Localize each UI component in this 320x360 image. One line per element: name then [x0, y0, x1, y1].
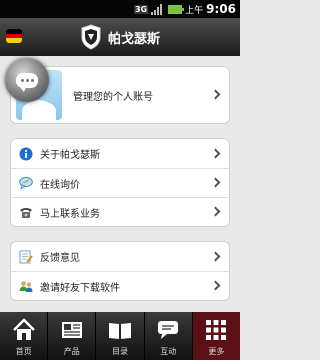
signal-icon	[151, 3, 165, 15]
people-icon	[19, 279, 33, 293]
status-ampm: 上午	[185, 5, 204, 16]
title-bar: 帕戈瑟斯	[0, 18, 240, 56]
chevron-right-icon	[210, 177, 221, 188]
tab-more-label: 更多	[208, 347, 225, 356]
manage-account-label: 管理您的个人账号	[73, 91, 153, 103]
bottom-tab-bar: 首页 产品 目录 互动 更多	[0, 312, 241, 360]
info-menu-group: 关于帕戈瑟斯 在线询价 马上联系业务	[10, 138, 230, 227]
feedback-label: 反馈意见	[40, 253, 80, 264]
tab-products-label: 产品	[63, 347, 80, 356]
chat-bubble-icon	[5, 58, 49, 102]
info-icon	[19, 147, 33, 161]
social-menu-group: 反馈意见 邀请好友下载软件	[10, 241, 230, 301]
note-edit-icon	[19, 250, 33, 264]
tab-catalog[interactable]: 目录	[96, 312, 145, 360]
inquiry-row[interactable]: 在线询价	[11, 168, 229, 197]
german-flag-icon[interactable]	[6, 29, 22, 43]
chat-icon	[155, 317, 181, 343]
status-bar: 3G 上午 9:06	[0, 0, 240, 18]
contact-label: 马上联系业务	[40, 208, 100, 220]
tab-catalog-label: 目录	[112, 347, 128, 356]
feedback-row[interactable]: 反馈意见	[11, 242, 229, 271]
tab-interact[interactable]: 互动	[145, 312, 193, 360]
page-title: 帕戈瑟斯	[107, 31, 160, 47]
invite-label: 邀请好友下载软件	[40, 282, 120, 294]
status-time: 9:06	[206, 2, 236, 16]
tab-products[interactable]: 产品	[48, 312, 97, 360]
chevron-right-icon	[210, 280, 221, 291]
chevron-right-icon	[210, 89, 221, 100]
product-icon	[59, 317, 85, 343]
grid-icon	[203, 317, 229, 343]
inquiry-label: 在线询价	[40, 179, 80, 191]
tab-more[interactable]: 更多	[192, 312, 241, 360]
invite-row[interactable]: 邀请好友下载软件	[11, 271, 229, 300]
about-label: 关于帕戈瑟斯	[40, 150, 100, 161]
telephone-icon	[19, 205, 33, 219]
chevron-right-icon	[210, 148, 221, 158]
book-icon	[107, 317, 133, 343]
chevron-right-icon	[210, 251, 221, 261]
speech-icon	[19, 176, 33, 190]
home-icon	[11, 317, 37, 343]
chevron-right-icon	[210, 206, 221, 217]
about-row[interactable]: 关于帕戈瑟斯	[11, 139, 229, 168]
tab-interact-label: 互动	[160, 347, 177, 356]
brand-crest-icon	[81, 24, 101, 50]
tab-home-label: 首页	[15, 347, 32, 356]
network-type-badge: 3G	[133, 4, 149, 14]
battery-icon	[168, 4, 185, 14]
tab-home[interactable]: 首页	[0, 312, 49, 360]
contact-row[interactable]: 马上联系业务	[11, 197, 229, 226]
